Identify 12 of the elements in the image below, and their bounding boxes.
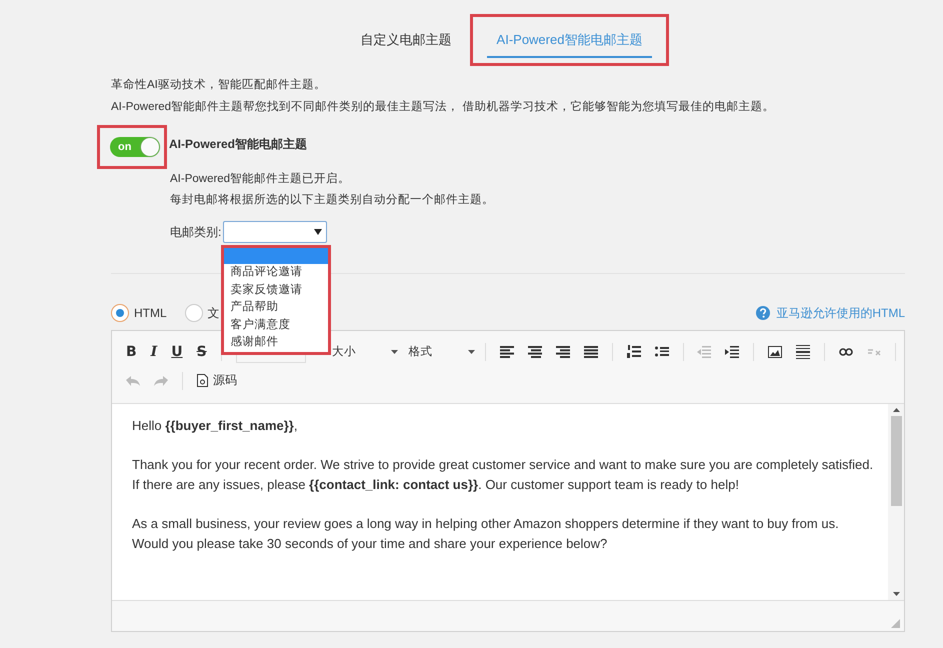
email-paragraph: Hello {{buyer_first_name}}, xyxy=(132,417,298,435)
description-text: 革命性AI驱动技术，智能匹配邮件主题。 xyxy=(111,77,327,93)
email-paragraph: Thank you for your recent order. We strive to provide great customer service and want to make sure you are completely satisfied. If there are any issues, please {{contact_link: contact us}}. Our customer support team is ready to help! xyxy=(132,456,874,494)
radio-label: HTML xyxy=(134,306,167,320)
status-text: AI-Powered智能邮件主题已开启。 xyxy=(170,171,352,187)
toggle-title: AI-Powered智能电邮主题 xyxy=(169,136,308,152)
status-text: 每封电邮将根据所选的以下主题类别自动分配一个邮件主题。 xyxy=(170,192,495,208)
description-text: AI-Powered智能邮件主题帮您找到不同邮件类别的最佳主题写法， 借助机器学习技术，它能够智能为您填写最佳的电邮主题。 xyxy=(111,99,776,115)
category-label: 电邮类别: xyxy=(170,224,222,240)
toggle-label: on xyxy=(118,141,132,153)
email-paragraph: As a small business, your review goes a long way in helping other Amazon shoppers determine if they want to buy from us. Would you please take 30 seconds of your time and share your experience below? xyxy=(132,515,840,553)
radio-label: 文 xyxy=(208,304,220,322)
